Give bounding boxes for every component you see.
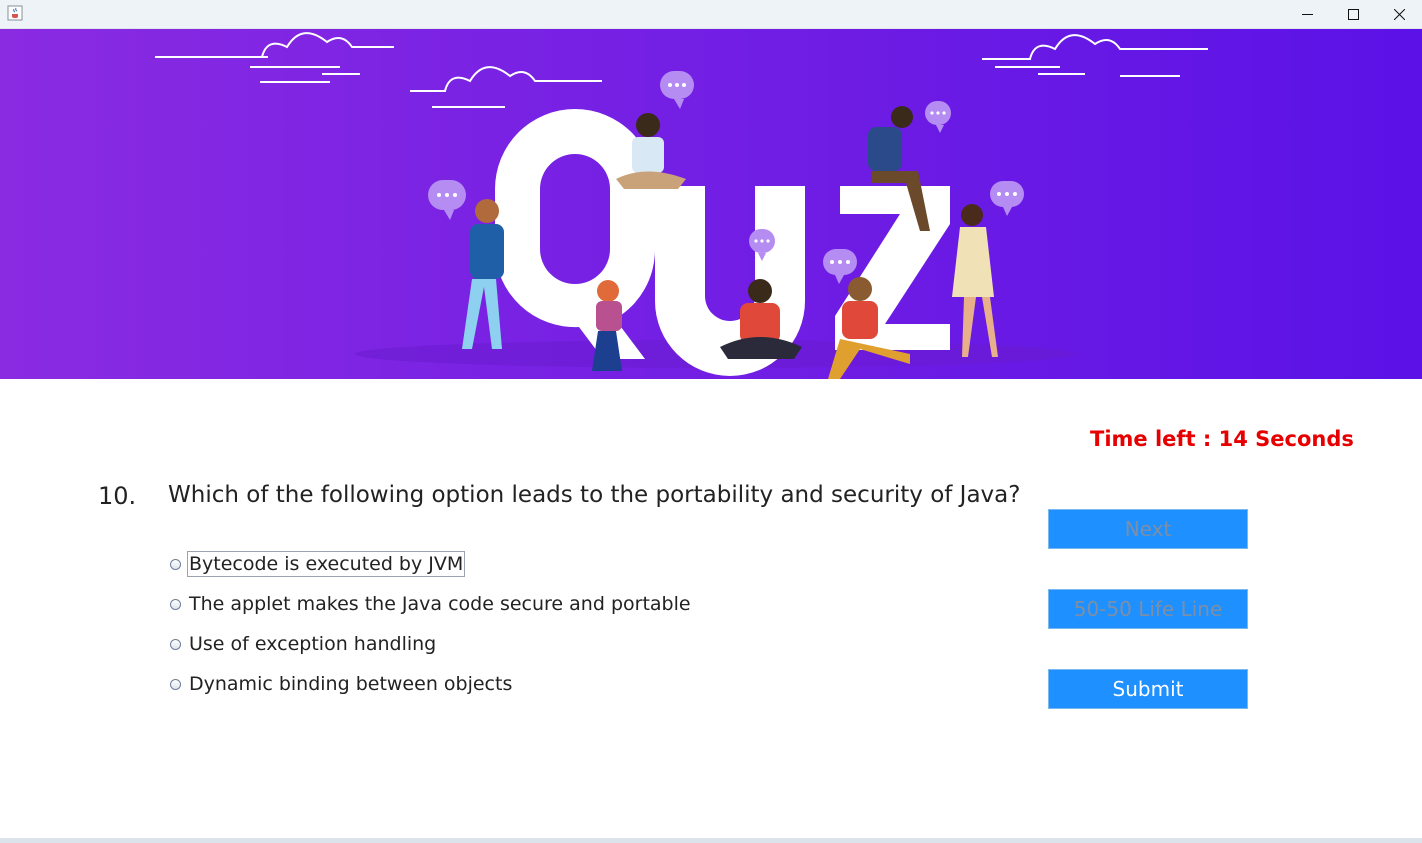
radio-button-icon[interactable] xyxy=(170,558,181,570)
quiz-banner xyxy=(0,29,1422,379)
maximize-icon xyxy=(1347,8,1359,20)
radio-button-icon[interactable] xyxy=(170,678,181,690)
next-button[interactable]: Next xyxy=(1048,509,1248,549)
java-cup-icon xyxy=(7,5,23,21)
quiz-banner-illustration xyxy=(0,29,1422,379)
option-label[interactable]: Dynamic binding between objects xyxy=(187,671,514,697)
close-icon xyxy=(1393,8,1405,20)
option-4-radio[interactable]: Dynamic binding between objects xyxy=(170,671,514,697)
question-number: 10. xyxy=(98,482,137,510)
lifeline-50-50-button[interactable]: 50-50 Life Line xyxy=(1048,589,1248,629)
radio-button-icon[interactable] xyxy=(170,598,181,610)
option-2-radio[interactable]: The applet makes the Java code secure an… xyxy=(170,591,693,617)
option-1-radio[interactable]: Bytecode is executed by JVM xyxy=(170,551,466,577)
radio-button-icon[interactable] xyxy=(170,638,181,650)
submit-button[interactable]: Submit xyxy=(1048,669,1248,709)
option-label[interactable]: Bytecode is executed by JVM xyxy=(187,551,466,577)
minimize-icon xyxy=(1301,13,1313,15)
question-text: Which of the following option leads to t… xyxy=(168,482,1021,508)
window-bottom-edge xyxy=(0,838,1422,843)
option-3-radio[interactable]: Use of exception handling xyxy=(170,631,438,657)
window-title-bar xyxy=(0,0,1422,29)
time-left-label: Time left : 14 Seconds xyxy=(1090,427,1354,451)
option-label[interactable]: Use of exception handling xyxy=(187,631,438,657)
maximize-button[interactable] xyxy=(1330,0,1376,28)
option-label[interactable]: The applet makes the Java code secure an… xyxy=(187,591,693,617)
close-button[interactable] xyxy=(1376,0,1422,28)
minimize-button[interactable] xyxy=(1284,0,1330,28)
